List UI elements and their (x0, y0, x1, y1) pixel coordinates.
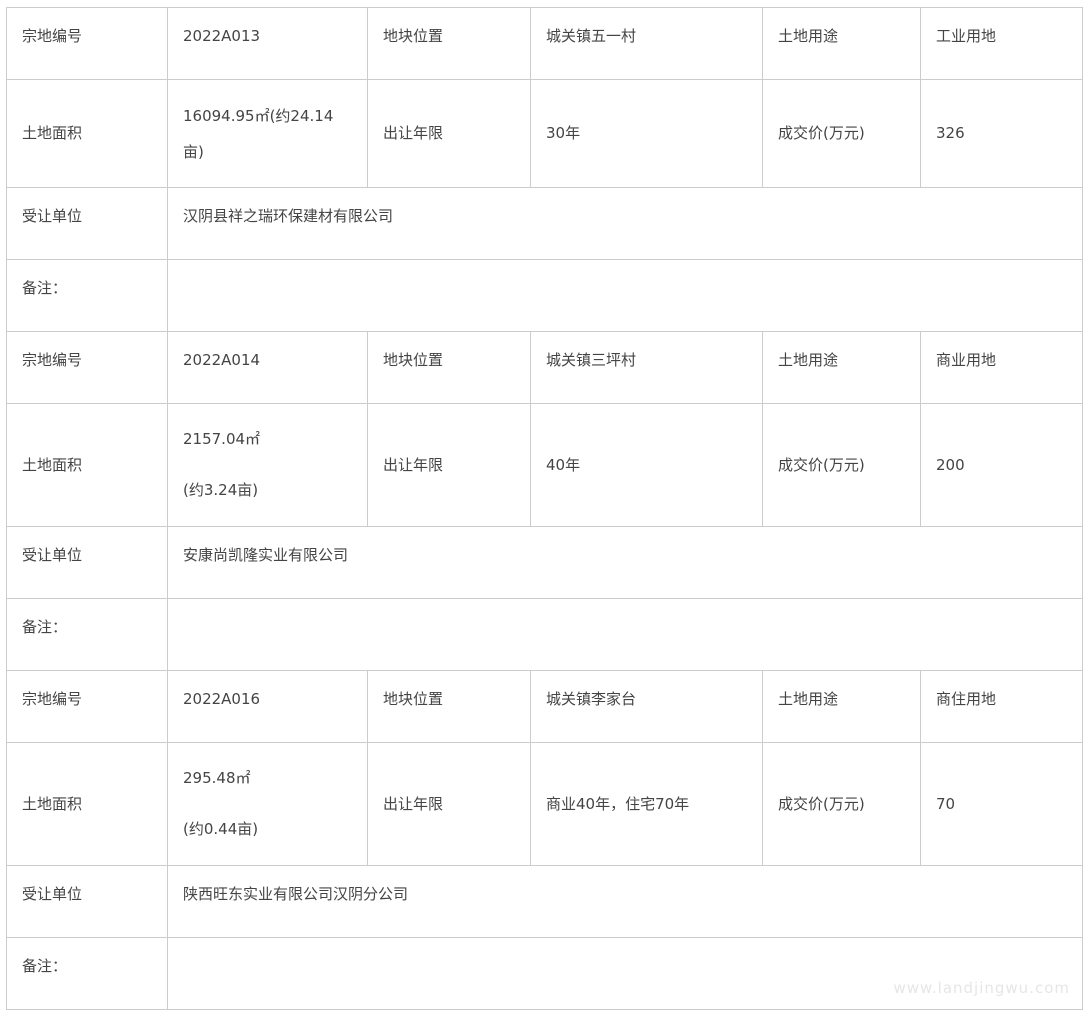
value-remarks (167, 598, 1083, 671)
value-land-use: 工业用地 (920, 7, 1083, 80)
table-row: 宗地编号 2022A014 地块位置 城关镇三坪村 土地用途 商业用地 (6, 331, 1083, 404)
value-transferee: 陕西旺东实业有限公司汉阴分公司 (167, 865, 1083, 938)
value-land-area: 2157.04㎡ (约3.24亩) (167, 403, 368, 527)
value-term: 商业40年，住宅70年 (530, 742, 763, 866)
label-remarks: 备注： (6, 259, 168, 332)
value-price: 326 (920, 79, 1083, 188)
label-land-use: 土地用途 (762, 670, 921, 743)
label-price: 成交价(万元) (762, 742, 921, 866)
label-land-area: 土地面积 (6, 403, 168, 527)
land-area-line-1: 2157.04㎡ (183, 430, 261, 448)
land-area-line-2: (约0.44亩) (183, 820, 259, 838)
label-transferee: 受让单位 (6, 865, 168, 938)
table-row: 受让单位 安康尚凯隆实业有限公司 (6, 526, 1083, 599)
value-land-use: 商住用地 (920, 670, 1083, 743)
watermark: www.landjingwu.com (893, 979, 1070, 997)
line-spacer (183, 452, 352, 478)
table-row: 土地面积 295.48㎡ (约0.44亩) 出让年限 商业40年，住宅70年 成… (6, 742, 1083, 866)
label-price: 成交价(万元) (762, 79, 921, 188)
value-transferee: 汉阴县祥之瑞环保建材有限公司 (167, 187, 1083, 260)
land-area-line-2: (约3.24亩) (183, 481, 259, 499)
label-land-use: 土地用途 (762, 7, 921, 80)
land-area-line-1: 295.48㎡ (183, 769, 251, 787)
value-land-use: 商业用地 (920, 331, 1083, 404)
value-remarks (167, 259, 1083, 332)
label-transferee: 受让单位 (6, 187, 168, 260)
value-price: 200 (920, 403, 1083, 527)
value-parcel-id: 2022A016 (167, 670, 368, 743)
value-term: 30年 (530, 79, 763, 188)
table-row: 受让单位 汉阴县祥之瑞环保建材有限公司 (6, 187, 1083, 260)
table-row: 备注： (6, 259, 1083, 332)
label-land-area: 土地面积 (6, 79, 168, 188)
table-row: 土地面积 2157.04㎡ (约3.24亩) 出让年限 40年 成交价(万元) … (6, 403, 1083, 527)
value-location: 城关镇五一村 (530, 7, 763, 80)
value-price: 70 (920, 742, 1083, 866)
label-remarks: 备注： (6, 598, 168, 671)
table-row: 土地面积 16094.95㎡(约24.14 亩) 出让年限 30年 成交价(万元… (6, 79, 1083, 188)
value-term: 40年 (530, 403, 763, 527)
label-price: 成交价(万元) (762, 403, 921, 527)
label-transferee: 受让单位 (6, 526, 168, 599)
value-location: 城关镇三坪村 (530, 331, 763, 404)
value-transferee: 安康尚凯隆实业有限公司 (167, 526, 1083, 599)
label-land-area: 土地面积 (6, 742, 168, 866)
table-row: 宗地编号 2022A013 地块位置 城关镇五一村 土地用途 工业用地 (6, 7, 1083, 80)
land-area-line-2: 亩) (183, 142, 204, 161)
label-land-use: 土地用途 (762, 331, 921, 404)
value-parcel-id: 2022A014 (167, 331, 368, 404)
value-remarks (167, 937, 1083, 1010)
table-row: 受让单位 陕西旺东实业有限公司汉阴分公司 (6, 865, 1083, 938)
line-spacer (183, 791, 352, 817)
land-area-line-1: 16094.95㎡(约24.14 (183, 106, 334, 125)
value-land-area: 295.48㎡ (约0.44亩) (167, 742, 368, 866)
label-term: 出让年限 (367, 403, 531, 527)
label-parcel-id: 宗地编号 (6, 670, 168, 743)
table-row: 宗地编号 2022A016 地块位置 城关镇李家台 土地用途 商住用地 (6, 670, 1083, 743)
value-land-area: 16094.95㎡(约24.14 亩) (167, 79, 368, 188)
label-term: 出让年限 (367, 79, 531, 188)
label-location: 地块位置 (367, 331, 531, 404)
label-parcel-id: 宗地编号 (6, 331, 168, 404)
label-location: 地块位置 (367, 7, 531, 80)
value-location: 城关镇李家台 (530, 670, 763, 743)
table-row: 备注： (6, 598, 1083, 671)
label-parcel-id: 宗地编号 (6, 7, 168, 80)
label-remarks: 备注： (6, 937, 168, 1010)
table-row: 备注： (6, 937, 1083, 1010)
label-term: 出让年限 (367, 742, 531, 866)
land-transfer-table: 宗地编号 2022A013 地块位置 城关镇五一村 土地用途 工业用地 土地面积… (6, 7, 1083, 1010)
value-parcel-id: 2022A013 (167, 7, 368, 80)
label-location: 地块位置 (367, 670, 531, 743)
